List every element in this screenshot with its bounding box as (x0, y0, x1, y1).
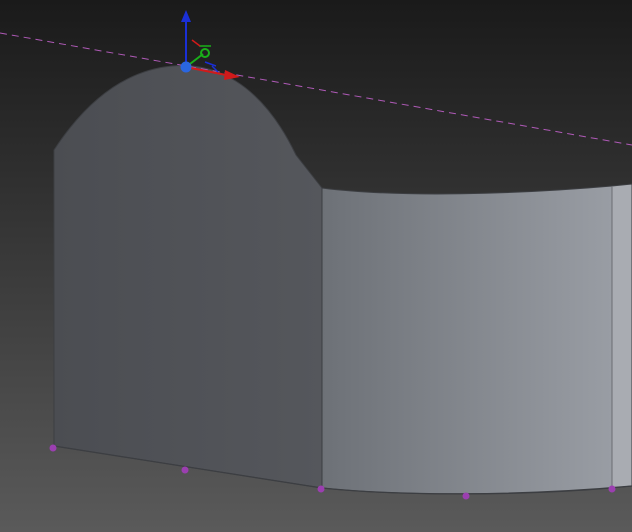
mesh-face-curved[interactable] (321, 185, 613, 495)
vertex-marker-icon[interactable] (462, 492, 470, 500)
vertex-marker-icon[interactable] (608, 485, 616, 493)
mesh-face-arch[interactable] (53, 64, 323, 489)
3d-viewport[interactable] (0, 0, 632, 532)
vertex-marker-icon[interactable] (181, 466, 189, 474)
vertex-marker-icon[interactable] (317, 485, 325, 493)
3d-scene[interactable] (0, 0, 632, 532)
vertex-marker-icon[interactable] (49, 444, 57, 452)
mesh-face-far-right[interactable] (611, 183, 632, 489)
pivot-point-icon[interactable] (180, 61, 192, 73)
